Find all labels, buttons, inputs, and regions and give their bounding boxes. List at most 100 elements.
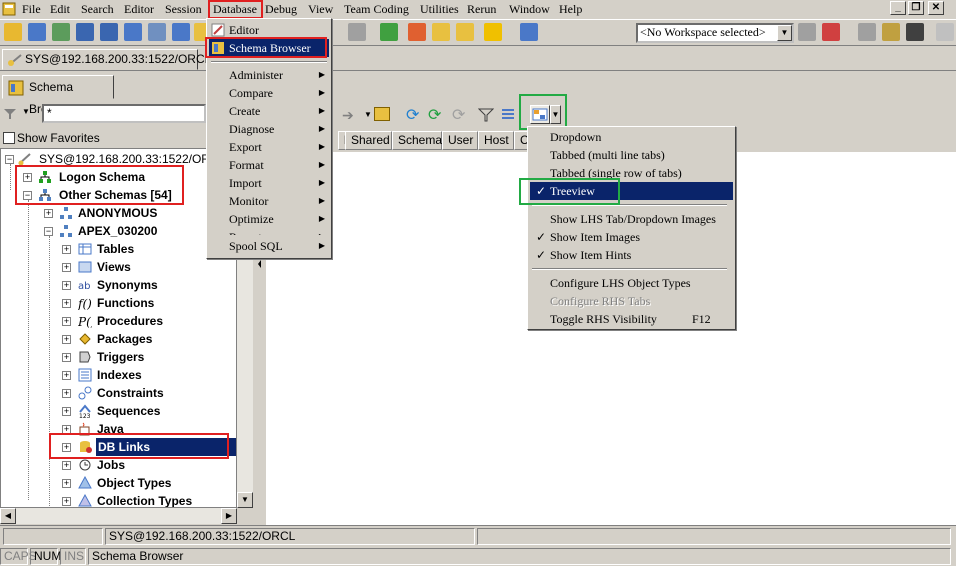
lhs-style-dropdown-icon[interactable]: ▼ — [550, 105, 561, 124]
help-icon[interactable] — [456, 23, 474, 41]
workspace-select[interactable]: <No Workspace selected> ▼ — [636, 23, 794, 43]
tree-collapse-toggle[interactable]: − — [23, 191, 32, 200]
tree-collapse-toggle[interactable]: − — [44, 227, 53, 236]
tree-other-schemas[interactable]: Other Schemas [54] — [59, 186, 172, 204]
workspace-save-icon[interactable] — [798, 23, 816, 41]
menu-database[interactable]: Database — [211, 1, 259, 17]
menu-item-optimize[interactable]: Optimize ▶ — [209, 210, 329, 228]
tree-item-db-links[interactable]: DB Links — [96, 438, 236, 456]
tree-expand-toggle[interactable]: + — [62, 281, 71, 290]
tree-root-connection[interactable]: SYS@192.168.200.33:1522/ORCL — [39, 150, 225, 168]
schema-browser-icon[interactable] — [28, 23, 46, 41]
sync-icon[interactable]: ⟳ — [428, 105, 441, 125]
panel-splitter[interactable] — [254, 260, 262, 320]
tree-item-jobs[interactable]: Jobs — [97, 456, 125, 474]
menu-item-diagnose[interactable]: Diagnose ▶ — [209, 120, 329, 138]
tree-expand-toggle[interactable]: + — [62, 245, 71, 254]
graduate-icon[interactable] — [906, 23, 924, 41]
menu-file[interactable]: File — [20, 1, 43, 17]
menu-rerun[interactable]: Rerun — [465, 1, 498, 17]
menu-item-monitor[interactable]: Monitor ▶ — [209, 192, 329, 210]
tree-collapse-toggle[interactable]: − — [5, 155, 14, 164]
tree-item-tables[interactable]: Tables — [97, 240, 134, 258]
column-header[interactable]: Shared — [345, 131, 392, 150]
menu-item-show-item-images[interactable]: ✓ Show Item Images — [530, 228, 733, 246]
tree-expand-toggle[interactable]: + — [23, 173, 32, 182]
chat-icon[interactable] — [858, 23, 876, 41]
grid-icon[interactable] — [148, 23, 166, 41]
dropdown-icon[interactable]: ▼ — [364, 110, 372, 119]
arrow-right-icon[interactable]: ➔ — [342, 107, 354, 124]
menu-search[interactable]: Search — [79, 1, 116, 17]
spool-icon[interactable] — [408, 23, 426, 41]
tree-item-java[interactable]: Java — [97, 420, 124, 438]
tree-expand-toggle[interactable]: + — [62, 299, 71, 308]
tree-expand-toggle[interactable]: + — [62, 443, 71, 452]
menu-view[interactable]: View — [306, 1, 335, 17]
folder-icon[interactable] — [374, 107, 390, 121]
tree-item-object-types[interactable]: Object Types — [97, 474, 171, 492]
menu-team-coding[interactable]: Team Coding — [342, 1, 411, 17]
tree-schema-apex[interactable]: APEX_030200 — [78, 222, 157, 240]
tree-schema-anonymous[interactable]: ANONYMOUS — [78, 204, 157, 222]
menu-item-tabbed-single[interactable]: Tabbed (single row of tabs) — [530, 164, 733, 182]
menu-item-administer[interactable]: Administer ▶ — [209, 66, 329, 84]
menu-item-spool-sql[interactable]: Spool SQL ▶ — [209, 237, 329, 255]
connect-icon[interactable] — [52, 23, 70, 41]
menu-editor[interactable]: Editor — [122, 1, 156, 17]
lock-icon[interactable] — [432, 23, 450, 41]
compare-icon[interactable]: ⟳ — [452, 105, 465, 125]
filter-icon[interactable] — [3, 107, 19, 121]
schema-browser-tab[interactable]: Schema Browser — [2, 75, 114, 116]
tree-expand-toggle[interactable]: + — [62, 425, 71, 434]
menu-item-format[interactable]: Format ▶ — [209, 156, 329, 174]
column-header[interactable]: User — [442, 131, 478, 150]
tree-horizontal-scrollbar[interactable]: ◀ ▶ — [0, 508, 237, 524]
tree-item-triggers[interactable]: Triggers — [97, 348, 144, 366]
menu-help[interactable]: Help — [557, 1, 584, 17]
menu-edit[interactable]: Edit — [48, 1, 72, 17]
menu-item-configure-lhs[interactable]: Configure LHS Object Types — [530, 274, 733, 292]
scroll-down-icon[interactable]: ▼ — [237, 492, 253, 508]
menu-item-import[interactable]: Import ▶ — [209, 174, 329, 192]
menu-item-show-lhs-images[interactable]: Show LHS Tab/Dropdown Images — [530, 210, 733, 228]
menu-item-dropdown[interactable]: Dropdown — [530, 128, 733, 146]
chevron-down-icon[interactable]: ▼ — [777, 25, 792, 41]
tree-expand-toggle[interactable]: + — [62, 335, 71, 344]
tree-expand-toggle[interactable]: + — [62, 353, 71, 362]
scroll-right-icon[interactable]: ▶ — [221, 508, 237, 524]
column-header[interactable]: Host — [478, 131, 514, 150]
menu-window[interactable]: Window — [507, 1, 552, 17]
scroll-left-icon[interactable]: ◀ — [0, 508, 16, 524]
menu-item-tabbed-multi[interactable]: Tabbed (multi line tabs) — [530, 146, 733, 164]
find-icon[interactable] — [348, 23, 366, 41]
menu-item-show-item-hints[interactable]: ✓ Show Item Hints — [530, 246, 733, 264]
window-icon[interactable] — [124, 23, 142, 41]
filter-dropdown-icon[interactable]: ▼ — [22, 107, 30, 116]
column-header[interactable]: Schema — [392, 131, 442, 150]
tree-expand-toggle[interactable]: + — [62, 263, 71, 272]
menu-debug[interactable]: Debug — [263, 1, 299, 17]
tree-expand-toggle[interactable]: + — [62, 371, 71, 380]
restore-button[interactable]: ❐ — [908, 1, 924, 15]
grid-config-icon[interactable] — [520, 23, 538, 41]
tree-expand-toggle[interactable]: + — [44, 209, 53, 218]
tree-item-packages[interactable]: Packages — [97, 330, 152, 348]
list-icon[interactable] — [500, 107, 516, 123]
filter-icon[interactable] — [478, 107, 494, 123]
schema-filter-input[interactable]: * — [42, 104, 206, 123]
tree-expand-toggle[interactable]: + — [62, 317, 71, 326]
tree-item-collection-types[interactable]: Collection Types — [97, 492, 192, 507]
tools-icon[interactable] — [882, 23, 900, 41]
tree-item-sequences[interactable]: Sequences — [97, 402, 160, 420]
menu-item-toggle-rhs[interactable]: Toggle RHS Visibility F12 — [530, 310, 733, 328]
menu-item-editor[interactable]: Editor — [209, 21, 329, 39]
tree-expand-toggle[interactable]: + — [62, 407, 71, 416]
tree-item-procedures[interactable]: Procedures — [97, 312, 163, 330]
run-icon[interactable] — [380, 23, 398, 41]
close-button[interactable]: ✕ — [928, 1, 944, 15]
menu-session[interactable]: Session — [163, 1, 204, 17]
lhs-style-button[interactable] — [530, 105, 550, 124]
menu-item-create[interactable]: Create ▶ — [209, 102, 329, 120]
tree-item-synonyms[interactable]: Synonyms — [97, 276, 158, 294]
